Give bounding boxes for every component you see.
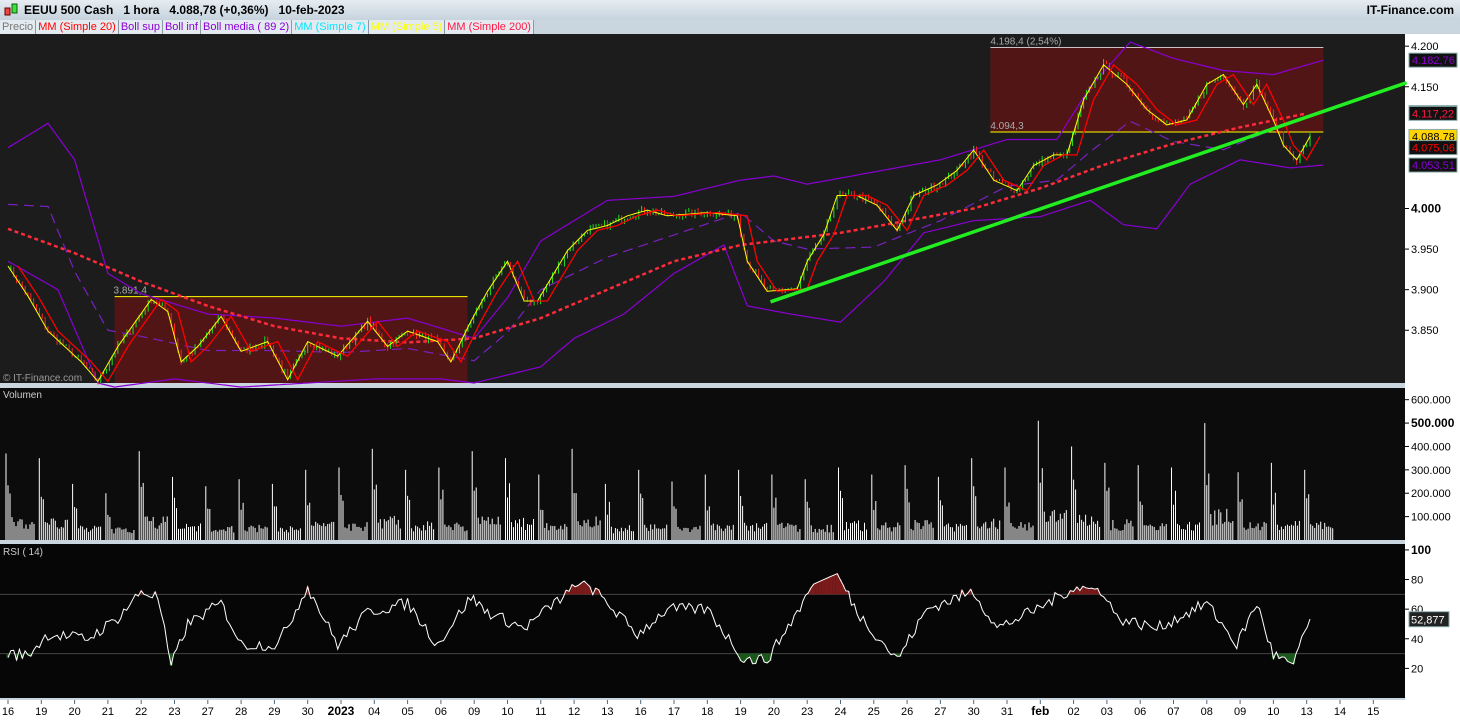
price-axis-label: 3.850 xyxy=(1411,325,1439,337)
x-axis-label: 26 xyxy=(901,706,913,718)
rsi-axis-label: 80 xyxy=(1411,575,1423,587)
x-axis-label: 06 xyxy=(1134,706,1146,718)
x-axis-label: 08 xyxy=(1201,706,1213,718)
volume-axis-label: 200.000 xyxy=(1411,488,1451,500)
x-axis-label: 07 xyxy=(1167,706,1179,718)
volume-axis-label: 400.000 xyxy=(1411,441,1451,453)
price-tag: 4.182,76 xyxy=(1408,52,1458,68)
x-axis-label: 23 xyxy=(801,706,813,718)
x-axis-label: 13 xyxy=(601,706,613,718)
x-axis-label: 12 xyxy=(568,706,580,718)
rsi-current-value: 52,877 xyxy=(1411,615,1445,627)
x-axis-label: 29 xyxy=(268,706,280,718)
price-tag: 4.053,51 xyxy=(1408,157,1458,173)
x-axis-label: 24 xyxy=(834,706,846,718)
x-axis-label: 16 xyxy=(635,706,647,718)
rsi-axis-label: 20 xyxy=(1411,663,1423,675)
volume-axis-label: 100.000 xyxy=(1411,512,1451,524)
volume-pane xyxy=(0,388,1405,540)
x-axis-label: 02 xyxy=(1067,706,1079,718)
x-axis-label: 15 xyxy=(1367,706,1379,718)
x-axis-label: 04 xyxy=(368,706,380,718)
x-axis-label: 03 xyxy=(1101,706,1113,718)
x-axis-label: 09 xyxy=(1234,706,1246,718)
price-axis-label: 4.150 xyxy=(1411,82,1439,94)
x-axis-label: 06 xyxy=(435,706,447,718)
rsi-label: RSI ( 14) xyxy=(3,547,43,558)
price-tag-value: 4.053,51 xyxy=(1412,160,1455,172)
x-axis-label: 10 xyxy=(1267,706,1279,718)
x-axis-label: 16 xyxy=(2,706,14,718)
x-axis-label: 22 xyxy=(135,706,147,718)
rsi-axis-label: 40 xyxy=(1411,634,1423,646)
x-axis-label: 27 xyxy=(202,706,214,718)
volume-axis-label: 600.000 xyxy=(1411,395,1451,407)
x-axis-label: 30 xyxy=(968,706,980,718)
x-axis-label: 23 xyxy=(168,706,180,718)
price-tag-value: 4.182,76 xyxy=(1412,55,1455,67)
rsi-pane xyxy=(0,544,1405,698)
price-tag: 4.117,22 xyxy=(1408,105,1458,121)
x-axis-label: feb xyxy=(1031,704,1049,718)
price-tag: 4.075,06 xyxy=(1408,140,1458,156)
x-axis-label: 14 xyxy=(1334,706,1346,718)
x-axis-label: 05 xyxy=(401,706,413,718)
x-axis-label: 11 xyxy=(535,706,546,718)
x-axis-label: 31 xyxy=(1001,706,1013,718)
volume-axis-label: 500.000 xyxy=(1411,416,1455,430)
x-axis-label: 19 xyxy=(734,706,746,718)
rsi-axis-label: 100 xyxy=(1411,543,1431,557)
zone-label: 4.094,3 xyxy=(990,121,1024,132)
volume-label: Volumen xyxy=(3,390,42,401)
x-axis-label: 20 xyxy=(68,706,80,718)
price-tag-value: 4.075,06 xyxy=(1412,143,1455,155)
price-axis-label: 4.000 xyxy=(1411,202,1441,216)
x-axis-label: 10 xyxy=(501,706,513,718)
price-axis-label: 3.950 xyxy=(1411,244,1439,256)
zone-label: 4.198,4 (2,54%) xyxy=(990,36,1061,47)
x-axis-label: 28 xyxy=(235,706,247,718)
chart-area[interactable]: 3.891,44.198,4 (2,54%)4.094,3© IT-Financ… xyxy=(0,0,1460,720)
x-axis-label: 09 xyxy=(468,706,480,718)
x-axis-label: 19 xyxy=(35,706,47,718)
x-axis-label: 30 xyxy=(302,706,314,718)
price-axis-label: 3.900 xyxy=(1411,285,1439,297)
price-tag-value: 4.117,22 xyxy=(1412,108,1454,120)
x-axis-label: 13 xyxy=(1301,706,1313,718)
x-axis-label: 17 xyxy=(668,706,680,718)
volume-axis-label: 300.000 xyxy=(1411,465,1451,477)
x-axis-label: 2023 xyxy=(328,704,355,718)
x-axis-label: 21 xyxy=(102,706,114,718)
x-axis-label: 20 xyxy=(768,706,780,718)
watermark: © IT-Finance.com xyxy=(3,373,82,384)
x-axis-label: 18 xyxy=(701,706,713,718)
x-axis-label: 25 xyxy=(868,706,880,718)
price-axis-label: 4.200 xyxy=(1411,41,1439,53)
x-axis-label: 27 xyxy=(934,706,946,718)
